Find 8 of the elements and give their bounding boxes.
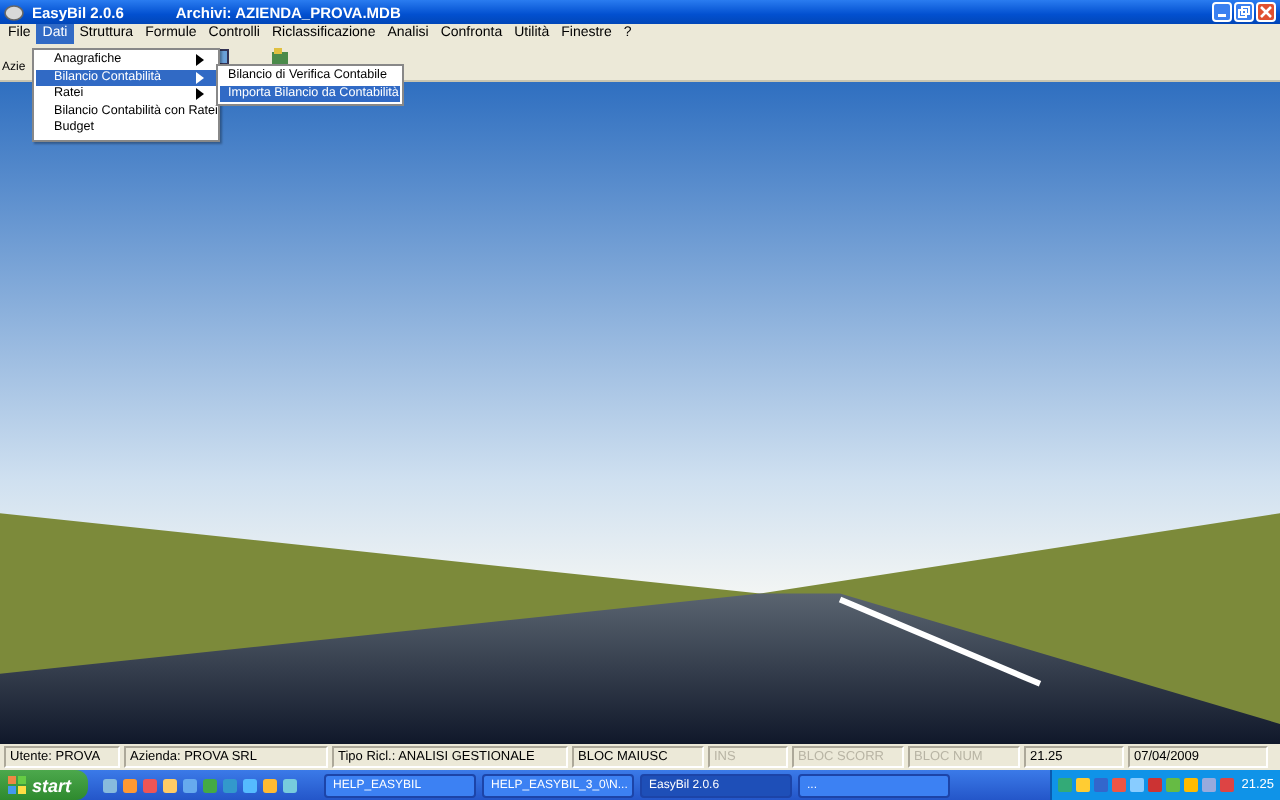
- start-button[interactable]: start: [0, 770, 88, 800]
- restore-icon: [1238, 6, 1250, 18]
- close-button[interactable]: [1256, 2, 1276, 22]
- restore-button[interactable]: [1234, 2, 1254, 22]
- app-icon: [4, 3, 24, 21]
- close-icon: [1260, 6, 1272, 18]
- flag-icon: [8, 776, 26, 794]
- minimize-button[interactable]: [1212, 2, 1232, 22]
